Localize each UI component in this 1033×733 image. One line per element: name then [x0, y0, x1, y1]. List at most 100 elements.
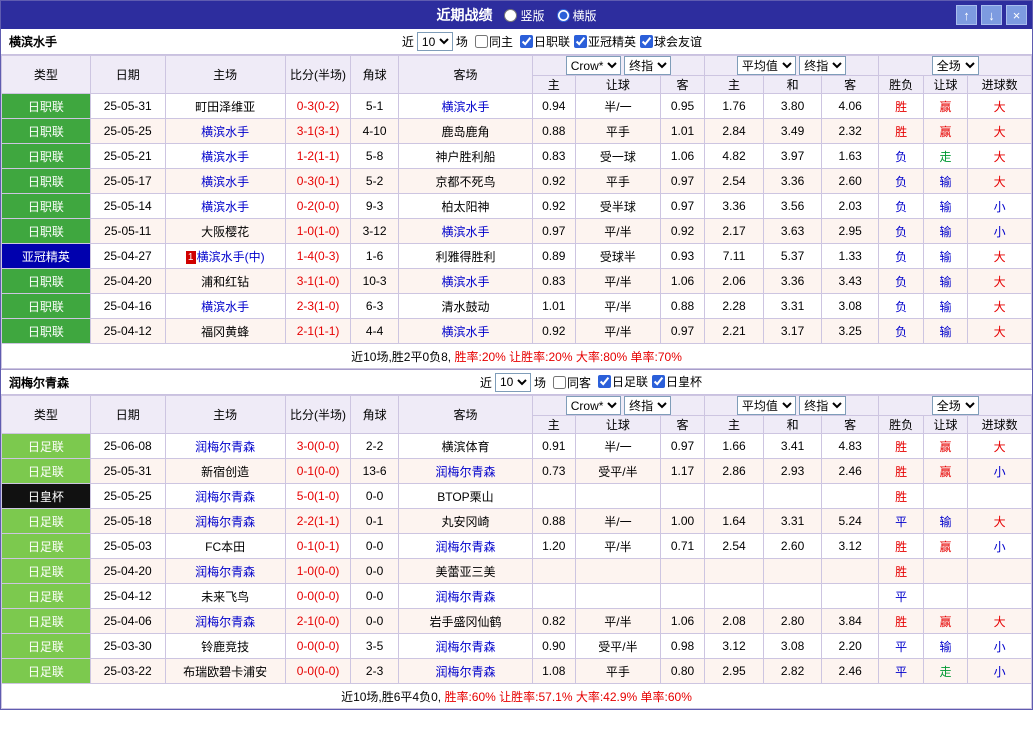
close-button[interactable]: ×	[1006, 5, 1027, 25]
match-score[interactable]: 0-0(0-0)	[284, 633, 352, 659]
euro-stage-select[interactable]: 终指	[799, 396, 847, 415]
euro-provider-select[interactable]: 平均值	[736, 396, 796, 415]
match-score[interactable]: 5-0(1-0)	[284, 483, 352, 509]
scope-select[interactable]: 全场	[931, 396, 979, 415]
handicap-result: 赢	[922, 93, 969, 119]
vertical-radio[interactable]	[504, 8, 518, 22]
match-score[interactable]: 1-0(1-0)	[284, 218, 352, 244]
home-team-link[interactable]: 横滨水手	[201, 200, 249, 214]
match-score[interactable]: 0-2(0-0)	[284, 193, 352, 219]
same-venue-checkbox[interactable]: 同客	[549, 374, 591, 391]
match-score[interactable]: 2-1(1-1)	[284, 318, 352, 344]
horizontal-radio[interactable]	[556, 8, 570, 22]
league-filter-checkbox[interactable]: 球会友谊	[636, 33, 702, 50]
move-up-button[interactable]: ↑	[956, 5, 977, 25]
team-name[interactable]: 润梅尔青森	[9, 374, 69, 391]
away-team-link[interactable]: 润梅尔青森	[435, 665, 495, 679]
league-filter-checkbox[interactable]: 日职联	[516, 33, 570, 50]
match-score[interactable]: 3-1(3-1)	[284, 118, 352, 144]
odds-home: 0.91	[532, 433, 576, 459]
match-score[interactable]: 2-3(1-0)	[284, 293, 352, 319]
odds-away: 1.06	[660, 268, 705, 294]
away-team-link[interactable]: 横滨水手	[441, 325, 489, 339]
match-score[interactable]: 0-1(0-1)	[284, 533, 352, 559]
league-badge: 日职联	[1, 93, 91, 119]
league-filter-checkbox[interactable]: 日皇杯	[648, 373, 702, 390]
away-team-link[interactable]: 润梅尔青森	[435, 640, 495, 654]
away-team-link: 神户胜利船	[435, 149, 496, 164]
match-count-select[interactable]: 10	[416, 32, 453, 51]
match-score[interactable]: 0-0(0-0)	[284, 658, 352, 684]
euro-away: 4.06	[820, 93, 880, 119]
team-name[interactable]: 横滨水手	[9, 33, 57, 50]
corner-stat: 3-5	[350, 633, 399, 659]
col-type-header: 类型	[1, 395, 91, 434]
home-team-link[interactable]: 润梅尔青森	[195, 615, 255, 629]
result: 胜	[878, 533, 924, 559]
away-team-cell: 清水鼓动	[397, 293, 534, 319]
match-score[interactable]: 0-3(0-1)	[284, 168, 352, 194]
home-team-link[interactable]: 润梅尔青森	[195, 440, 255, 454]
euro-stage-select[interactable]: 终指	[799, 56, 847, 75]
away-team-link: 利雅得胜利	[435, 249, 496, 264]
euro-draw: 3.80	[763, 93, 822, 119]
match-date: 25-03-22	[89, 658, 166, 684]
match-score[interactable]: 3-1(1-0)	[284, 268, 352, 294]
corner-stat: 0-0	[350, 533, 399, 559]
home-team-link[interactable]: 横滨水手	[201, 150, 249, 164]
away-team-cell: 横滨水手	[397, 318, 534, 344]
euro-away-col: 客	[820, 415, 880, 434]
away-team-cell: 横滨体育	[397, 433, 534, 459]
match-date: 25-04-16	[89, 293, 166, 319]
layout-horizontal-option[interactable]: 横版	[556, 7, 597, 24]
layout-vertical-option[interactable]: 竖版	[504, 7, 545, 24]
match-score[interactable]: 1-2(1-1)	[284, 143, 352, 169]
match-count-select[interactable]: 10	[494, 372, 531, 392]
odds-stage-select[interactable]: 终指	[624, 56, 672, 75]
home-team-link[interactable]: 润梅尔青森	[195, 565, 255, 579]
odds-provider-select[interactable]: Crow*	[565, 56, 621, 75]
away-team-cell: 润梅尔青森	[397, 533, 534, 559]
match-score[interactable]: 1-4(0-3)	[284, 243, 352, 269]
away-team-link[interactable]: 横滨水手	[441, 275, 489, 289]
odds-provider-select[interactable]: Crow*	[565, 396, 621, 415]
same-venue-checkbox[interactable]: 同主	[471, 33, 513, 50]
scope-select[interactable]: 全场	[931, 56, 979, 75]
away-team-link[interactable]: 横滨水手	[441, 225, 489, 239]
home-team-link[interactable]: 润梅尔青森	[195, 490, 255, 504]
odds-home: 0.92	[532, 318, 576, 344]
home-team-link[interactable]: 横滨水手	[201, 125, 249, 139]
home-team-cell: 润梅尔青森	[164, 433, 286, 459]
home-team-link[interactable]: 横滨水手	[201, 300, 249, 314]
odds-away: 1.17	[660, 458, 705, 484]
games-label: 场	[533, 375, 546, 390]
match-score[interactable]: 0-0(0-0)	[284, 583, 352, 609]
away-team-link[interactable]: 润梅尔青森	[435, 590, 495, 604]
league-filter-checkbox[interactable]: 日足联	[594, 373, 648, 390]
euro-home: 2.54	[703, 533, 765, 559]
match-score[interactable]: 2-2(1-1)	[284, 508, 352, 534]
move-down-button[interactable]: ↓	[981, 5, 1002, 25]
odds-stage-select[interactable]: 终指	[624, 396, 672, 415]
match-score[interactable]: 0-3(0-2)	[284, 93, 352, 119]
league-filter-checkbox[interactable]: 亚冠精英	[570, 33, 636, 50]
home-team-link[interactable]: 横滨水手	[201, 175, 249, 189]
league-badge: 日职联	[1, 268, 91, 294]
home-team-link: 大阪樱花	[201, 224, 250, 239]
euro-draw: 2.80	[763, 608, 822, 634]
match-score[interactable]: 3-0(0-0)	[284, 433, 352, 459]
home-team-cell: 横滨水手	[164, 193, 286, 219]
home-team-link[interactable]: 润梅尔青森	[195, 515, 255, 529]
league-badge: 日职联	[1, 118, 91, 144]
match-score[interactable]: 2-1(0-0)	[284, 608, 352, 634]
match-score[interactable]: 0-1(0-0)	[284, 458, 352, 484]
away-team-link[interactable]: 润梅尔青森	[435, 540, 495, 554]
away-team-link[interactable]: 横滨水手	[441, 100, 489, 114]
down-arrow-icon: ↓	[988, 7, 995, 23]
home-team-link[interactable]: 横滨水手(中)	[197, 250, 265, 264]
scope-group: 全场	[878, 55, 1032, 76]
result: 胜	[878, 608, 924, 634]
match-score[interactable]: 1-0(0-0)	[284, 558, 352, 584]
euro-provider-select[interactable]: 平均值	[736, 56, 796, 75]
away-team-link[interactable]: 润梅尔青森	[435, 465, 495, 479]
